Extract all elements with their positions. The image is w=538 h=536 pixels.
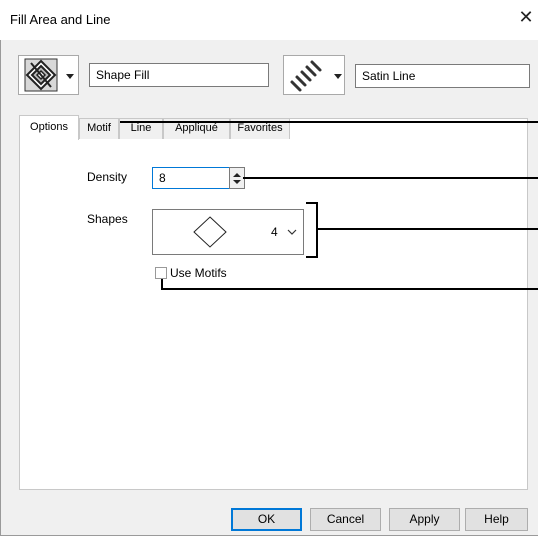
apply-button[interactable]: Apply — [389, 508, 460, 531]
tab-options[interactable]: Options — [19, 115, 79, 140]
fill-type-dropdown[interactable] — [18, 55, 79, 95]
chevron-up-icon — [233, 173, 241, 177]
tab-motif[interactable]: Motif — [79, 118, 119, 139]
fill-pattern-icon — [24, 58, 58, 92]
callout-line-density — [243, 177, 538, 179]
chevron-down-icon — [287, 229, 297, 235]
shapes-value: 4 — [271, 225, 278, 239]
callout-line-tabs — [120, 121, 538, 123]
ok-button[interactable]: OK — [231, 508, 302, 531]
chevron-down-icon — [233, 180, 241, 184]
shapes-label: Shapes — [87, 212, 128, 226]
window-title: Fill Area and Line — [10, 12, 111, 27]
callout-bracket — [316, 202, 318, 258]
diamond-shape-icon — [193, 216, 227, 248]
chevron-down-icon — [334, 74, 342, 79]
callout-line-use-motifs — [161, 288, 538, 290]
density-input[interactable]: 8 — [152, 167, 231, 189]
line-type-dropdown[interactable] — [283, 55, 345, 95]
chevron-down-icon — [66, 74, 74, 79]
help-button[interactable]: Help — [465, 508, 528, 531]
close-icon[interactable]: ✕ — [516, 8, 536, 28]
callout-bracket — [306, 256, 316, 258]
density-label: Density — [87, 170, 128, 184]
cancel-button[interactable]: Cancel — [310, 508, 381, 531]
shapes-dropdown[interactable]: 4 — [152, 209, 304, 255]
use-motifs-label: Use Motifs — [170, 266, 227, 280]
fill-name-field[interactable]: Shape Fill — [89, 63, 269, 87]
callout-bracket — [306, 202, 316, 204]
use-motifs-checkbox[interactable] — [155, 267, 167, 279]
satin-line-icon — [290, 60, 322, 92]
callout-line-shapes — [318, 228, 538, 230]
line-name-field[interactable]: Satin Line — [355, 64, 530, 88]
